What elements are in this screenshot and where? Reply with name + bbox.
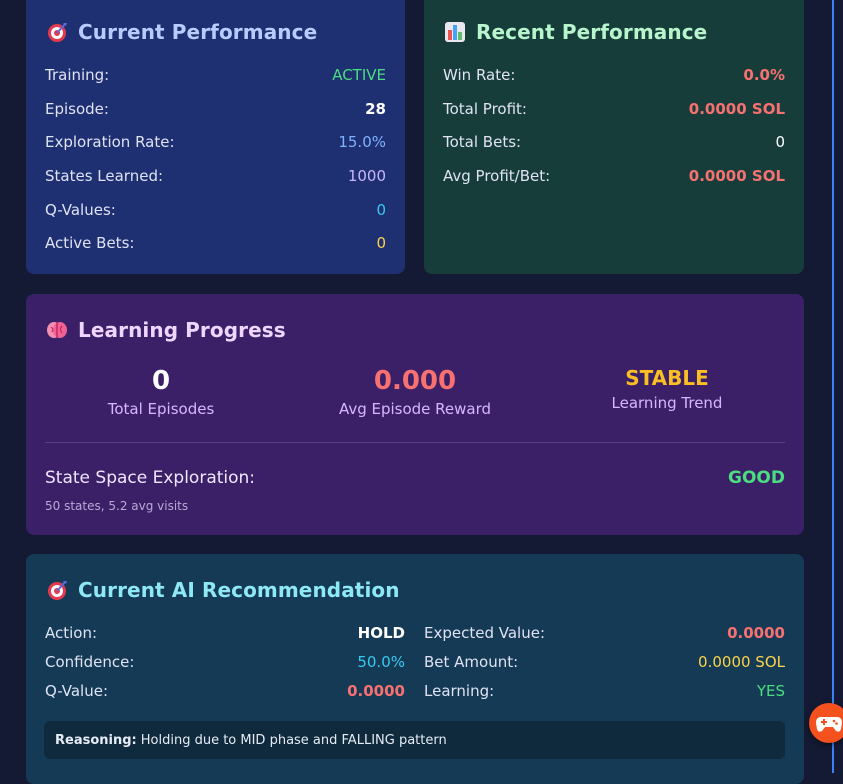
ai-recommendation-title: Current AI Recommendation [46,578,400,602]
q-value-row: Q-Value: 0.0000 [45,682,405,700]
right-edge-accent-line [832,0,834,773]
training-row: Training: ACTIVE [45,66,386,84]
q-value-value: 0.0000 [347,682,405,700]
total-episodes-value: 0 [151,366,171,396]
state-space-detail: 50 states, 5.2 avg visits [45,499,189,513]
bar-chart-icon [444,21,466,43]
reasoning-box: Reasoning: Holding due to MID phase and … [44,721,785,759]
learning-trend-caption: Learning Trend [611,394,723,412]
target-icon [46,21,68,43]
state-space-status: GOOD [728,468,785,488]
states-learned-value: 1000 [347,167,386,185]
state-space-label: State Space Exploration: [45,468,256,488]
learning-value: YES [756,682,785,700]
states-learned-label: States Learned: [45,167,164,185]
reasoning-label: Reasoning: [55,732,137,748]
learning-trend-value: STABLE [625,366,709,390]
total-episodes-stat: 0 Total Episodes [51,366,271,418]
total-profit-label: Total Profit: [443,100,527,118]
exploration-rate-label: Exploration Rate: [45,133,175,151]
episode-row: Episode: 28 [45,100,386,118]
active-bets-row: Active Bets: 0 [45,234,386,252]
states-learned-row: States Learned: 1000 [45,167,386,185]
episode-label: Episode: [45,100,109,118]
confidence-value: 50.0% [357,653,405,671]
total-episodes-caption: Total Episodes [107,400,215,418]
q-value-label: Q-Value: [45,682,109,700]
card-title-text: Recent Performance [476,20,708,44]
win-rate-row: Win Rate: 0.0% [443,66,785,84]
confidence-row: Confidence: 50.0% [45,653,405,671]
state-space-row: State Space Exploration: GOOD [45,468,785,488]
bet-amount-value: 0.0000 SOL [698,653,785,671]
target-icon [46,579,68,601]
bet-amount-row: Bet Amount: 0.0000 SOL [424,653,785,671]
card-title-text: Current Performance [78,20,318,44]
total-bets-row: Total Bets: 0 [443,133,785,151]
recent-performance-card: Recent Performance Win Rate: 0.0% Total … [424,0,804,274]
game-fab-button[interactable] [809,703,843,743]
total-profit-value: 0.0000 SOL [688,100,785,118]
current-performance-card: Current Performance Training: ACTIVE Epi… [26,0,405,274]
expected-value-value: 0.0000 [727,624,785,642]
q-values-value: 0 [376,201,386,219]
q-values-label: Q-Values: [45,201,116,219]
learning-progress-title: Learning Progress [46,318,286,342]
active-bets-label: Active Bets: [45,234,135,252]
recent-performance-title: Recent Performance [444,20,707,44]
q-values-row: Q-Values: 0 [45,201,386,219]
win-rate-label: Win Rate: [443,66,516,84]
total-profit-row: Total Profit: 0.0000 SOL [443,100,785,118]
avg-episode-reward-value: 0.000 [373,366,457,396]
card-title-text: Learning Progress [78,318,286,342]
learning-label: Learning: [424,682,495,700]
training-label: Training: [45,66,110,84]
action-value: HOLD [357,624,405,642]
action-label: Action: [45,624,98,642]
avg-episode-reward-stat: 0.000 Avg Episode Reward [305,366,525,418]
avg-profit-label: Avg Profit/Bet: [443,167,551,185]
exploration-rate-value: 15.0% [338,133,386,151]
action-row: Action: HOLD [45,624,405,642]
learning-row: Learning: YES [424,682,785,700]
reasoning-text: Holding due to MID phase and FALLING pat… [140,732,447,748]
learning-trend-stat: STABLE Learning Trend [557,366,777,412]
win-rate-value: 0.0% [743,66,785,84]
active-bets-value: 0 [376,234,386,252]
bet-amount-label: Bet Amount: [424,653,519,671]
brain-icon [46,319,68,341]
avg-episode-reward-caption: Avg Episode Reward [338,400,492,418]
expected-value-label: Expected Value: [424,624,545,642]
confidence-label: Confidence: [45,653,135,671]
learning-progress-card: Learning Progress 0 Total Episodes 0.000… [26,294,804,535]
total-bets-label: Total Bets: [443,133,522,151]
current-performance-title: Current Performance [46,20,317,44]
card-title-text: Current AI Recommendation [78,578,400,602]
avg-profit-value: 0.0000 SOL [688,167,785,185]
training-value: ACTIVE [332,66,386,84]
avg-profit-row: Avg Profit/Bet: 0.0000 SOL [443,167,785,185]
exploration-rate-row: Exploration Rate: 15.0% [45,133,386,151]
episode-value: 28 [365,100,386,118]
total-bets-value: 0 [775,133,785,151]
ai-recommendation-card: Current AI Recommendation Action: HOLD C… [26,554,804,784]
gamepad-icon [815,711,843,739]
expected-value-row: Expected Value: 0.0000 [424,624,785,642]
divider [45,442,785,443]
